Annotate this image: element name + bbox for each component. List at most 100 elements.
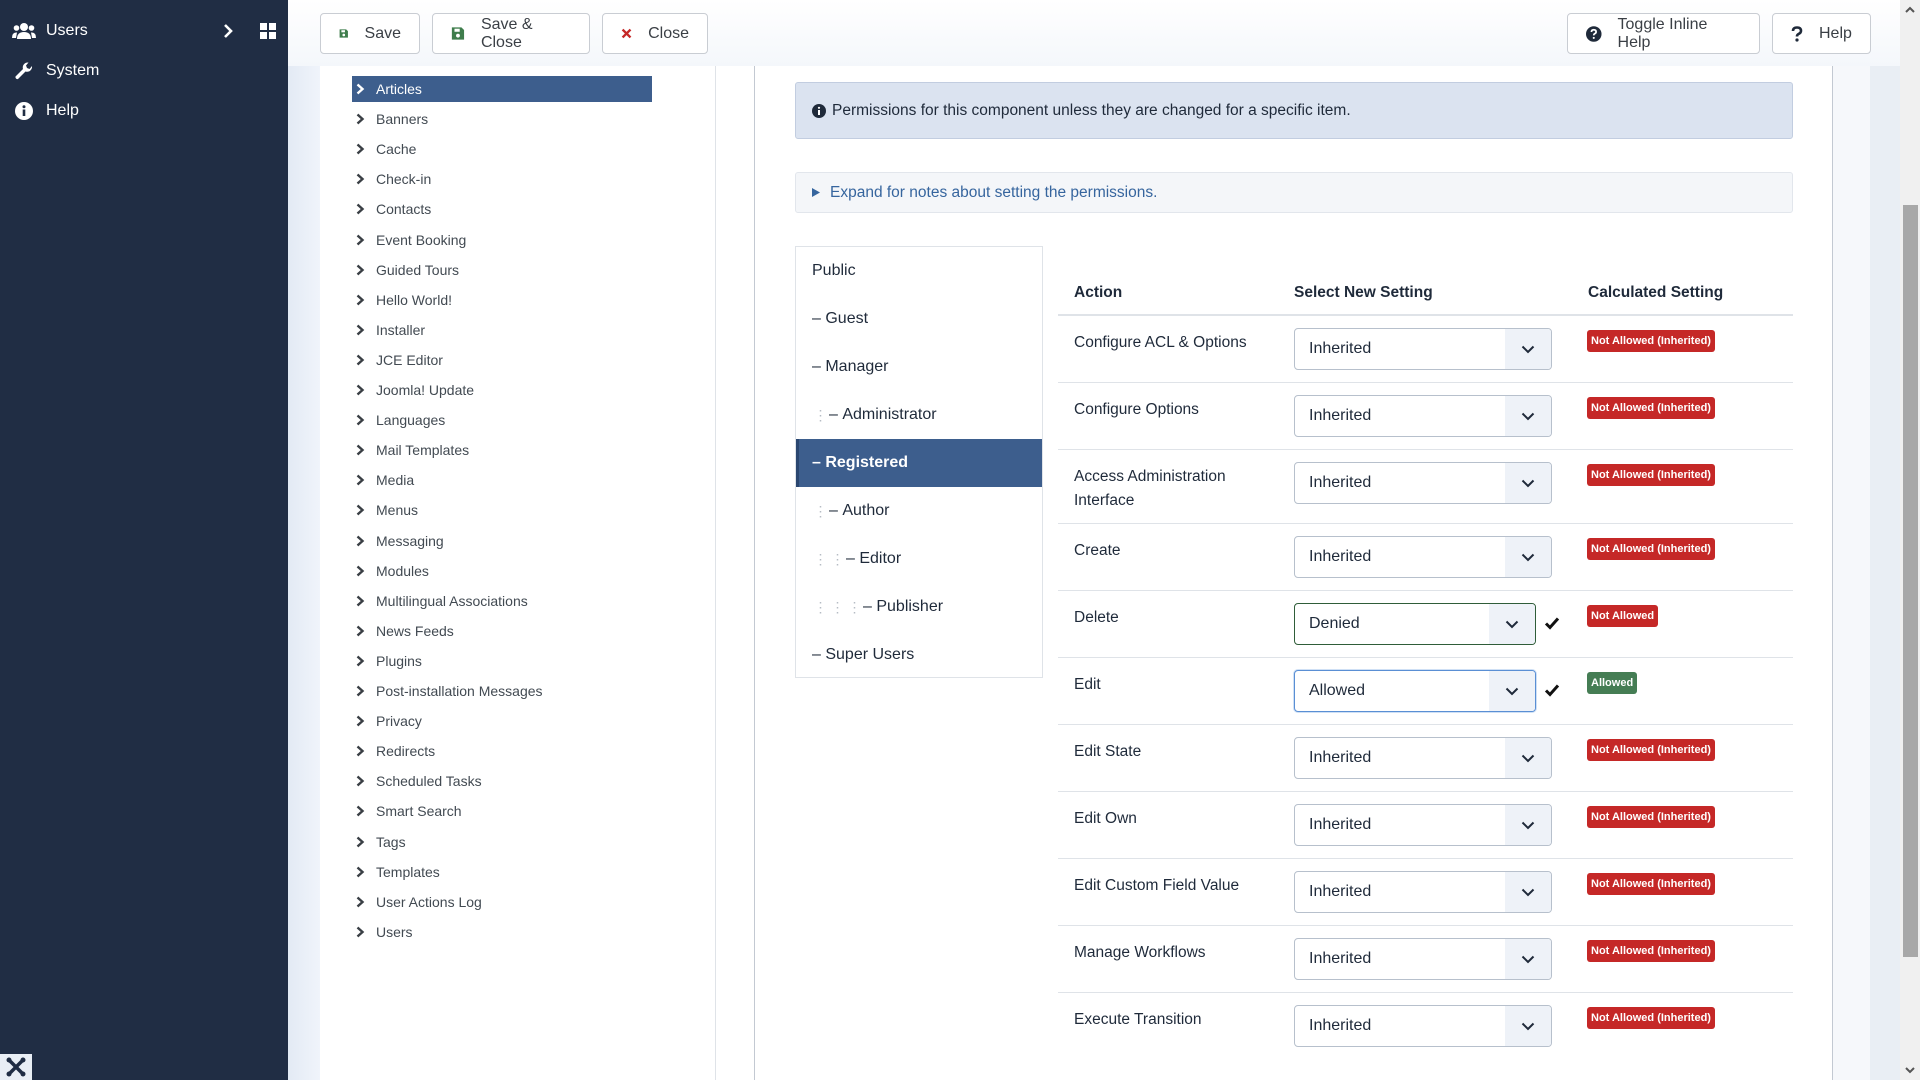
sidebar-item-help[interactable]: Help xyxy=(0,91,288,131)
component-item[interactable]: Redirects xyxy=(352,738,652,764)
component-item[interactable]: Privacy xyxy=(352,708,652,734)
scroll-down-icon xyxy=(1905,1067,1915,1074)
permission-select[interactable]: Inherited xyxy=(1294,536,1552,578)
component-item[interactable]: Mail Templates xyxy=(352,437,652,463)
permission-select[interactable]: Inherited xyxy=(1294,737,1552,779)
dashboard-grid-icon[interactable] xyxy=(260,23,276,39)
chevron-right-icon xyxy=(356,685,366,697)
user-group-item[interactable]: – Super Users xyxy=(796,631,1042,679)
user-group-item[interactable]: – Registered xyxy=(796,439,1042,487)
close-button[interactable]: Close xyxy=(602,13,708,54)
action-label: Create xyxy=(1074,542,1121,559)
permission-select[interactable]: Inherited xyxy=(1294,938,1552,980)
help-label: Help xyxy=(1819,24,1852,42)
group-label: Author xyxy=(842,502,890,519)
toolbar: Save Save & Close Close Toggle Inline He… xyxy=(288,0,1900,66)
component-item[interactable]: Users xyxy=(352,919,652,945)
group-label: Publisher xyxy=(876,598,944,615)
permission-select[interactable]: Inherited xyxy=(1294,328,1552,370)
user-group-item[interactable]: ⋮ ⋮ – Editor xyxy=(796,535,1042,583)
user-group-item[interactable]: ⋮ – Administrator xyxy=(796,391,1042,439)
expand-notes-toggle[interactable]: Expand for notes about setting the permi… xyxy=(795,172,1793,213)
save-close-button[interactable]: Save & Close xyxy=(432,13,590,54)
permission-select[interactable]: Inherited xyxy=(1294,871,1552,913)
component-item[interactable]: Templates xyxy=(352,859,652,885)
chevron-right-icon xyxy=(356,595,366,607)
component-item[interactable]: Contacts xyxy=(352,196,652,222)
component-item[interactable]: Cache xyxy=(352,136,652,162)
user-group-item[interactable]: – Manager xyxy=(796,343,1042,391)
component-label: Event Booking xyxy=(376,231,467,248)
joomla-logo-icon[interactable] xyxy=(0,1054,32,1080)
chevron-right-icon[interactable] xyxy=(218,21,238,41)
group-prefix: – xyxy=(863,598,877,615)
panel-divider xyxy=(716,66,755,1080)
component-label: Cache xyxy=(376,141,417,158)
component-item[interactable]: Menus xyxy=(352,497,652,523)
component-item[interactable]: Guided Tours xyxy=(352,257,652,283)
chevron-right-icon xyxy=(356,414,366,426)
sidebar-item-users[interactable]: Users xyxy=(0,11,288,51)
scrollbar-thumb[interactable] xyxy=(1903,205,1918,957)
notes-text: Expand for notes about setting the permi… xyxy=(830,183,1158,201)
help-button[interactable]: Help xyxy=(1772,13,1871,54)
chevron-right-icon xyxy=(356,715,366,727)
page-scrollbar[interactable] xyxy=(1900,0,1920,1080)
save-button[interactable]: Save xyxy=(320,13,420,54)
component-item[interactable]: Check-in xyxy=(352,166,652,192)
group-label: Super Users xyxy=(825,646,915,663)
component-item[interactable]: Multilingual Associations xyxy=(352,588,652,614)
table-header: Action Select New Setting Calculated Set… xyxy=(1058,266,1793,316)
select-value: Denied xyxy=(1309,615,1360,632)
component-label: News Feeds xyxy=(376,622,454,639)
component-item[interactable]: Messaging xyxy=(352,528,652,554)
component-item[interactable]: Tags xyxy=(352,829,652,855)
permission-row: Manage Workflows Inherited Not Allowed (In… xyxy=(1058,926,1793,993)
component-item[interactable]: News Feeds xyxy=(352,618,652,644)
permission-select[interactable]: Inherited xyxy=(1294,462,1552,504)
component-item[interactable]: Banners xyxy=(352,106,652,132)
indent-dots: ⋮ xyxy=(813,502,828,519)
component-item[interactable]: Languages xyxy=(352,407,652,433)
component-item[interactable]: JCE Editor xyxy=(352,347,652,373)
toggle-inline-help-button[interactable]: Toggle Inline Help xyxy=(1567,13,1760,54)
group-prefix: – xyxy=(829,502,843,519)
user-group-item[interactable]: ⋮ – Author xyxy=(796,487,1042,535)
component-item[interactable]: Articles xyxy=(352,76,652,102)
component-item[interactable]: User Actions Log xyxy=(352,889,652,915)
column-header-calculated: Calculated Setting xyxy=(1588,284,1724,301)
component-label: Messaging xyxy=(376,532,444,549)
component-item[interactable]: Scheduled Tasks xyxy=(352,768,652,794)
component-item[interactable]: Plugins xyxy=(352,648,652,674)
component-label: Banners xyxy=(376,111,429,128)
component-item[interactable]: Event Booking xyxy=(352,227,652,253)
permission-row: Configure ACL & Options Inherited Not Allo… xyxy=(1058,316,1793,383)
group-prefix: – xyxy=(829,406,843,423)
chevron-down-icon xyxy=(1505,738,1551,778)
component-item[interactable]: Installer xyxy=(352,317,652,343)
component-item[interactable]: Media xyxy=(352,467,652,493)
permission-select[interactable]: Inherited xyxy=(1294,1005,1552,1047)
select-value: Inherited xyxy=(1309,340,1372,357)
permission-select[interactable]: Inherited xyxy=(1294,804,1552,846)
component-label: Privacy xyxy=(376,713,422,730)
check-icon xyxy=(1544,617,1560,630)
component-item[interactable]: Hello World! xyxy=(352,287,652,313)
chevron-down-icon xyxy=(1489,671,1535,711)
permission-select[interactable]: Inherited xyxy=(1294,395,1552,437)
component-item[interactable]: Smart Search xyxy=(352,798,652,824)
component-item[interactable]: Modules xyxy=(352,558,652,584)
permission-select[interactable]: Denied xyxy=(1294,603,1536,645)
chevron-down-icon xyxy=(1489,604,1535,644)
user-group-item[interactable]: ⋮ ⋮ ⋮ – Publisher xyxy=(796,583,1042,631)
component-item[interactable]: Post-installation Messages xyxy=(352,678,652,704)
calculated-setting-badge: Not Allowed (Inherited) xyxy=(1587,330,1715,352)
sidebar-item-system[interactable]: System xyxy=(0,51,288,91)
sidebar-item-label: Help xyxy=(46,102,79,119)
user-group-item[interactable]: Public xyxy=(796,247,1042,295)
caret-right-icon xyxy=(812,188,820,197)
user-group-item[interactable]: – Guest xyxy=(796,295,1042,343)
component-item[interactable]: Joomla! Update xyxy=(352,377,652,403)
permission-select[interactable]: Allowed xyxy=(1294,670,1536,712)
column-header-select: Select New Setting xyxy=(1294,284,1433,301)
